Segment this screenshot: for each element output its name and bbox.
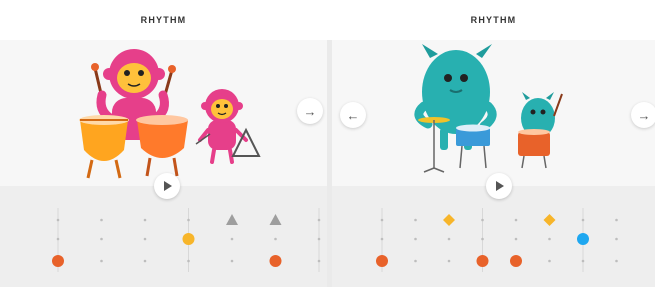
grid-cell-dot[interactable] [581, 259, 585, 263]
rhythm-note-circle[interactable] [52, 255, 64, 267]
rhythm-note-circle[interactable] [269, 255, 282, 267]
stage-right: ← → [332, 40, 655, 186]
arrow-left-icon: ← [346, 107, 360, 123]
grid-cell-dot[interactable] [581, 218, 585, 222]
arrow-right-icon: → [637, 107, 651, 123]
previous-arrow-button[interactable]: ← [340, 102, 366, 128]
grid-cell-dot[interactable] [56, 237, 60, 241]
grid-cell-dot[interactable] [514, 218, 518, 222]
small-monster-character [518, 92, 563, 169]
rhythm-note-circle[interactable] [476, 255, 489, 267]
rhythm-sequencer-grid[interactable] [332, 186, 655, 287]
grid-cell-dot[interactable] [143, 259, 147, 263]
rhythm-panel-left: RHYTHM → [0, 0, 327, 287]
rhythm-note-triangle[interactable] [226, 214, 238, 225]
rhythm-note-circle[interactable] [577, 233, 589, 245]
small-monkey-character [198, 89, 248, 164]
rhythm-note-diamond[interactable] [543, 214, 556, 226]
panel-title: RHYTHM [470, 15, 517, 25]
grid-cell-dot[interactable] [187, 218, 190, 222]
grid-cell-dot[interactable] [414, 259, 417, 263]
grid-cell-dot[interactable] [317, 237, 321, 241]
grid-cell-dot[interactable] [380, 237, 384, 241]
grid-cell-dot[interactable] [615, 218, 618, 222]
grid-cell-dot[interactable] [615, 237, 618, 241]
drummer-monsters-illustration [414, 44, 563, 173]
play-button[interactable] [154, 173, 180, 199]
grid-cell-dot[interactable] [615, 259, 618, 263]
rhythm-note-diamond[interactable] [443, 214, 455, 226]
rhythm-note-circle[interactable] [376, 255, 388, 267]
grid-cell-dot[interactable] [481, 218, 484, 222]
rhythm-note-triangle[interactable] [269, 214, 282, 225]
grid-cell-dot[interactable] [514, 237, 518, 241]
grid-cell-dot[interactable] [317, 218, 321, 222]
grid-cell-dot[interactable] [230, 259, 234, 263]
grid-cell-dot[interactable] [100, 259, 103, 263]
stage-left: → [0, 40, 327, 186]
next-arrow-button[interactable]: → [631, 102, 655, 128]
grid-cell-dot[interactable] [447, 259, 451, 263]
rhythm-note-circle[interactable] [182, 233, 195, 245]
grid-cell-dot[interactable] [317, 259, 321, 263]
grid-cell-dot[interactable] [447, 237, 451, 241]
grid-cell-dot[interactable] [548, 237, 551, 241]
grid-cell-dot[interactable] [414, 237, 417, 241]
grid-cell-dot[interactable] [187, 259, 190, 263]
rhythm-panel-right: RHYTHM ← → [332, 0, 655, 287]
grid-cell-dot[interactable] [100, 237, 103, 241]
rhythm-note-circle[interactable] [510, 255, 522, 267]
grid-cell-dot[interactable] [143, 237, 147, 241]
grid-cell-dot[interactable] [56, 218, 60, 222]
grid-cell-dot[interactable] [274, 237, 277, 241]
panel-title: RHYTHM [140, 15, 187, 25]
grid-cell-dot[interactable] [143, 218, 147, 222]
grid-cell-dot[interactable] [230, 237, 234, 241]
play-button[interactable] [486, 173, 512, 199]
grid-cell-dot[interactable] [548, 259, 551, 263]
drummer-monkeys-illustration [79, 49, 261, 179]
grid-cell-dot[interactable] [481, 237, 484, 241]
grid-cell-dot[interactable] [100, 218, 103, 222]
grid-cell-dot[interactable] [414, 218, 417, 222]
grid-cell-dot[interactable] [380, 218, 384, 222]
play-icon [496, 181, 504, 191]
sequencer-grid-left[interactable] [0, 186, 327, 287]
rhythm-sequencer-grid[interactable] [0, 186, 327, 287]
play-icon [164, 181, 172, 191]
next-arrow-button[interactable]: → [297, 98, 323, 124]
sequencer-grid-right[interactable] [332, 186, 655, 287]
arrow-right-icon: → [303, 103, 317, 119]
